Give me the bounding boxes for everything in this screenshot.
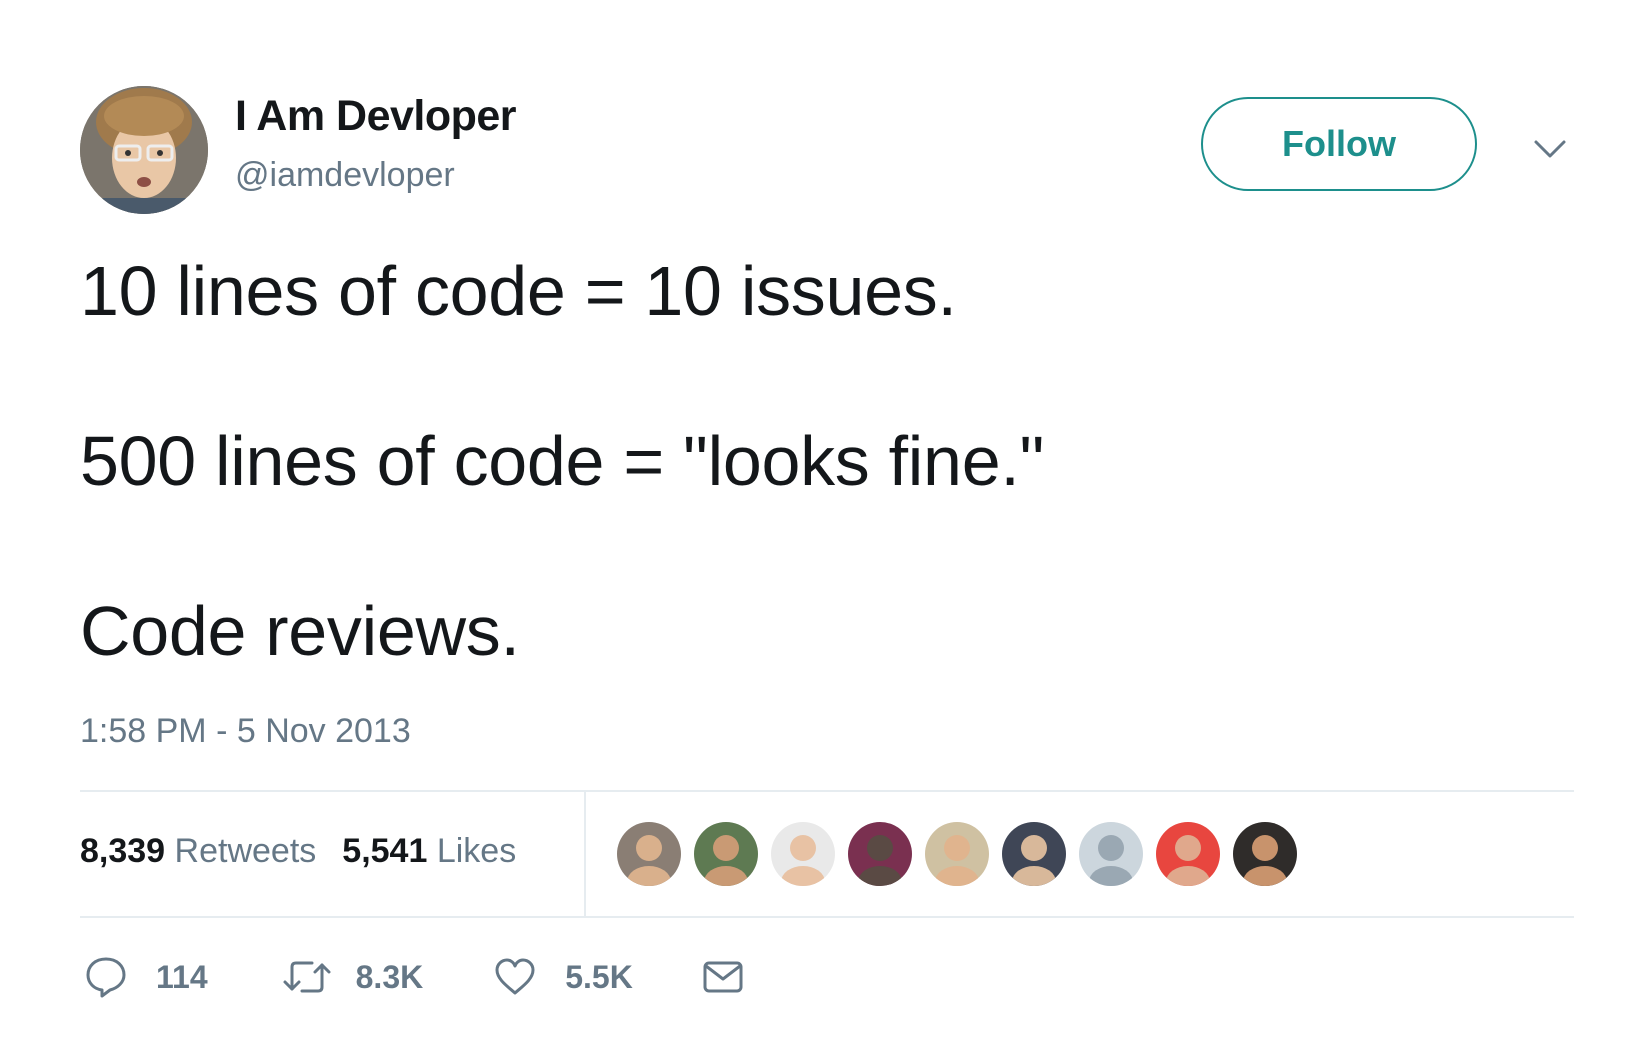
reply-action[interactable]: 114: [84, 955, 208, 999]
retweet-count: 8.3K: [355, 958, 424, 995]
liker-avatars: [617, 822, 1310, 888]
heart-icon: [493, 955, 537, 999]
tweet-line: 500 lines of code = "looks fine.": [80, 422, 1045, 500]
liker-avatar-9[interactable]: [1233, 822, 1297, 886]
liker-avatar-2[interactable]: [694, 822, 758, 886]
tweet-text: 10 lines of code = 10 issues. 500 lines …: [80, 248, 1560, 674]
tweet-line: 10 lines of code = 10 issues.: [80, 252, 957, 330]
liker-avatar-8[interactable]: [1156, 822, 1220, 886]
likes-count: 5,541: [342, 832, 428, 870]
tweet-timestamp[interactable]: 1:58 PM - 5 Nov 2013: [80, 712, 411, 751]
liker-avatar-1[interactable]: [617, 822, 681, 886]
liker-avatar-4[interactable]: [848, 822, 912, 886]
profile-avatar[interactable]: [80, 86, 208, 214]
follow-button[interactable]: Follow: [1201, 97, 1477, 191]
liker-avatar-5[interactable]: [925, 822, 989, 886]
retweet-action[interactable]: 8.3K: [282, 955, 424, 999]
display-name[interactable]: I Am Devloper: [235, 92, 517, 141]
liker-avatar-6[interactable]: [1002, 822, 1066, 886]
reply-count: 114: [156, 958, 208, 995]
tweet-card: I Am Devloper @iamdevloper Follow 10 lin…: [0, 0, 1652, 1054]
reply-icon: [84, 955, 128, 999]
tweet-stats: 8,339 Retweets 5,541 Likes: [80, 832, 516, 871]
user-handle[interactable]: @iamdevloper: [235, 156, 455, 195]
likes-label: Likes: [436, 832, 517, 870]
divider: [80, 790, 1574, 792]
direct-message-action[interactable]: [701, 955, 745, 999]
retweet-icon: [282, 955, 332, 999]
like-count: 5.5K: [565, 958, 633, 995]
envelope-icon: [701, 955, 745, 999]
retweets-stat[interactable]: 8,339 Retweets: [80, 832, 316, 870]
retweets-count: 8,339: [80, 832, 166, 870]
tweet-line: Code reviews.: [80, 592, 520, 670]
liker-avatar-7[interactable]: [1079, 822, 1143, 886]
stats-divider: [584, 792, 586, 916]
chevron-down-icon[interactable]: [1532, 136, 1568, 162]
retweets-label: Retweets: [174, 832, 317, 870]
likes-stat[interactable]: 5,541 Likes: [342, 832, 516, 870]
divider: [80, 916, 1574, 918]
like-action[interactable]: 5.5K: [493, 955, 633, 999]
tweet-actions: 114 8.3K 5.5K: [84, 952, 745, 1002]
liker-avatar-3[interactable]: [771, 822, 835, 886]
